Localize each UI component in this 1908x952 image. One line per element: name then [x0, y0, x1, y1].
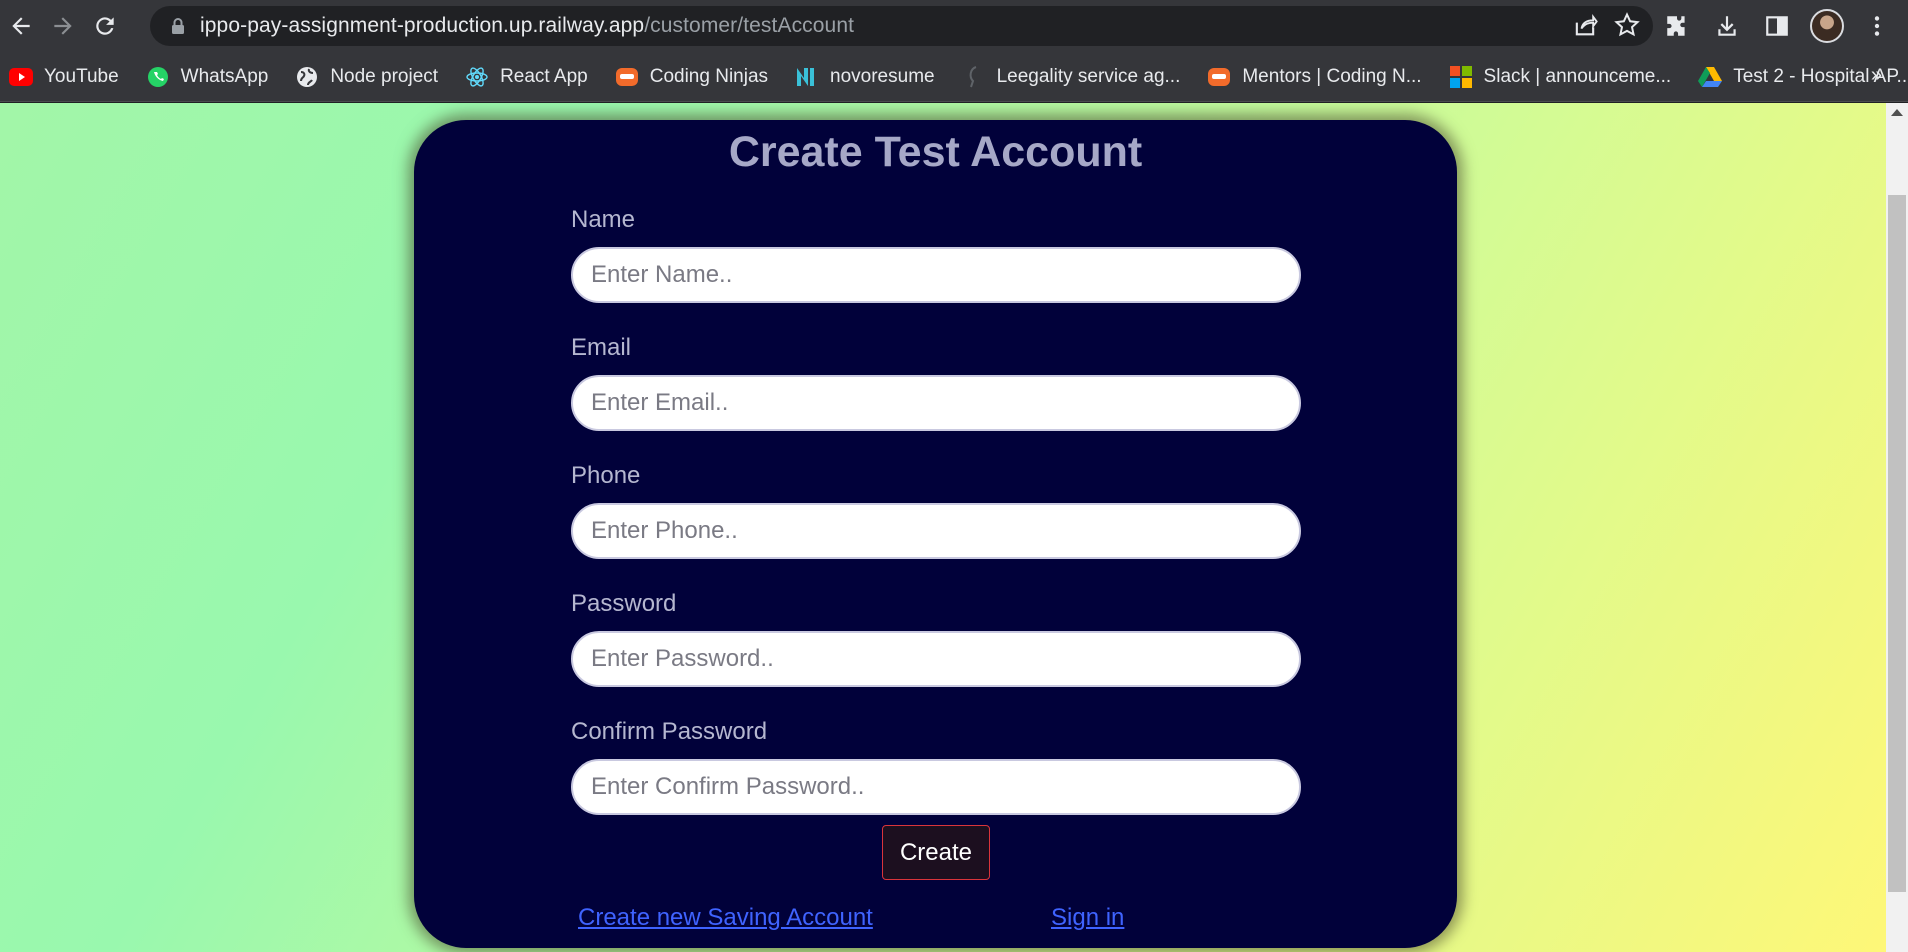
- youtube-icon: [8, 66, 34, 88]
- bookmark-novoresume[interactable]: novoresume: [794, 66, 935, 88]
- side-panel-button[interactable]: [1758, 6, 1796, 46]
- menu-button[interactable]: [1858, 6, 1896, 46]
- forward-button[interactable]: [42, 5, 84, 47]
- create-button[interactable]: Create: [882, 825, 990, 880]
- globe-icon: [294, 66, 320, 88]
- confirm-password-input[interactable]: [571, 759, 1301, 815]
- page-viewport: Create Test Account Name Email Phone Pas…: [0, 103, 1908, 952]
- share-icon[interactable]: [1571, 11, 1599, 39]
- bookmark-label: WhatsApp: [180, 65, 269, 87]
- bookmark-label: YouTube: [44, 65, 119, 87]
- url-host: ippo-pay-assignment-production.up.railwa…: [200, 14, 645, 37]
- password-label: Password: [571, 590, 677, 617]
- bookmark-label: Mentors | Coding N...: [1242, 65, 1422, 87]
- bookmark-slack[interactable]: Slack | announceme...: [1448, 65, 1672, 88]
- bookmark-label: React App: [500, 65, 588, 87]
- bookmark-label: Node project: [330, 65, 439, 87]
- reload-button[interactable]: [84, 5, 126, 47]
- profile-button[interactable]: [1808, 6, 1846, 46]
- back-button[interactable]: [0, 5, 42, 47]
- bookmark-label: novoresume: [830, 65, 935, 87]
- bookmarks-overflow-button[interactable]: »: [1871, 64, 1882, 87]
- coding-ninjas-icon: [1206, 66, 1232, 88]
- reload-icon: [96, 17, 114, 35]
- bookmark-whatsapp[interactable]: WhatsApp: [145, 65, 269, 88]
- bookmark-react-app[interactable]: React App: [464, 66, 588, 88]
- create-saving-account-link[interactable]: Create new Saving Account: [578, 904, 873, 932]
- downloads-button[interactable]: [1708, 6, 1746, 46]
- bookmark-coding-ninjas[interactable]: Coding Ninjas: [614, 66, 768, 88]
- bookmark-label: Coding Ninjas: [649, 65, 769, 87]
- leegality-icon: [961, 65, 987, 88]
- bookmark-label: Slack | announceme...: [1483, 65, 1672, 87]
- extensions-button[interactable]: [1658, 6, 1696, 46]
- scroll-up-arrow-icon[interactable]: [1891, 109, 1903, 116]
- bookmark-node-project[interactable]: Node project: [294, 66, 438, 88]
- name-input[interactable]: [571, 247, 1301, 303]
- bookmark-youtube[interactable]: YouTube: [8, 66, 119, 88]
- email-input[interactable]: [571, 375, 1301, 431]
- whatsapp-icon: [145, 66, 171, 88]
- google-drive-icon: [1697, 66, 1723, 88]
- phone-label: Phone: [571, 462, 641, 489]
- create-account-card: Create Test Account Name Email Phone Pas…: [414, 120, 1457, 948]
- arrow-right-icon: [54, 17, 72, 35]
- bookmark-leegality[interactable]: Leegality service ag...: [961, 65, 1181, 88]
- password-input[interactable]: [571, 631, 1301, 687]
- email-label: Email: [571, 334, 632, 361]
- lock-icon: [172, 18, 184, 34]
- kebab-menu-icon: [1874, 16, 1880, 36]
- page-title: Create Test Account: [728, 128, 1143, 176]
- avatar: [1810, 9, 1844, 43]
- side-panel-icon: [1766, 16, 1788, 36]
- phone-input[interactable]: [571, 503, 1301, 559]
- novoresume-icon: [794, 66, 820, 88]
- scrollbar-thumb[interactable]: [1888, 195, 1906, 892]
- name-label: Name: [571, 206, 636, 233]
- scrollbar[interactable]: [1886, 103, 1908, 952]
- sign-in-link[interactable]: Sign in: [1051, 904, 1124, 932]
- microsoft-icon: [1448, 65, 1474, 88]
- browser-toolbar: ippo-pay-assignment-production.up.railwa…: [0, 0, 1908, 52]
- react-icon: [464, 66, 490, 88]
- bookmark-label: Leegality service ag...: [996, 65, 1181, 87]
- arrow-left-icon: [12, 17, 30, 35]
- coding-ninjas-icon: [614, 66, 640, 88]
- bookmarks-bar: YouTube WhatsApp Node project React App …: [0, 52, 1908, 102]
- url-path: /customer/testAccount: [644, 14, 855, 37]
- confirm-password-label: Confirm Password: [571, 718, 768, 745]
- puzzle-icon: [1667, 16, 1685, 36]
- download-icon: [1718, 16, 1736, 36]
- address-bar[interactable]: ippo-pay-assignment-production.up.railwa…: [150, 6, 1653, 46]
- bookmark-star-icon[interactable]: [1613, 11, 1641, 39]
- bookmark-mentors-coding-ninjas[interactable]: Mentors | Coding N...: [1206, 65, 1422, 88]
- url-text: ippo-pay-assignment-production.up.railwa…: [200, 14, 854, 38]
